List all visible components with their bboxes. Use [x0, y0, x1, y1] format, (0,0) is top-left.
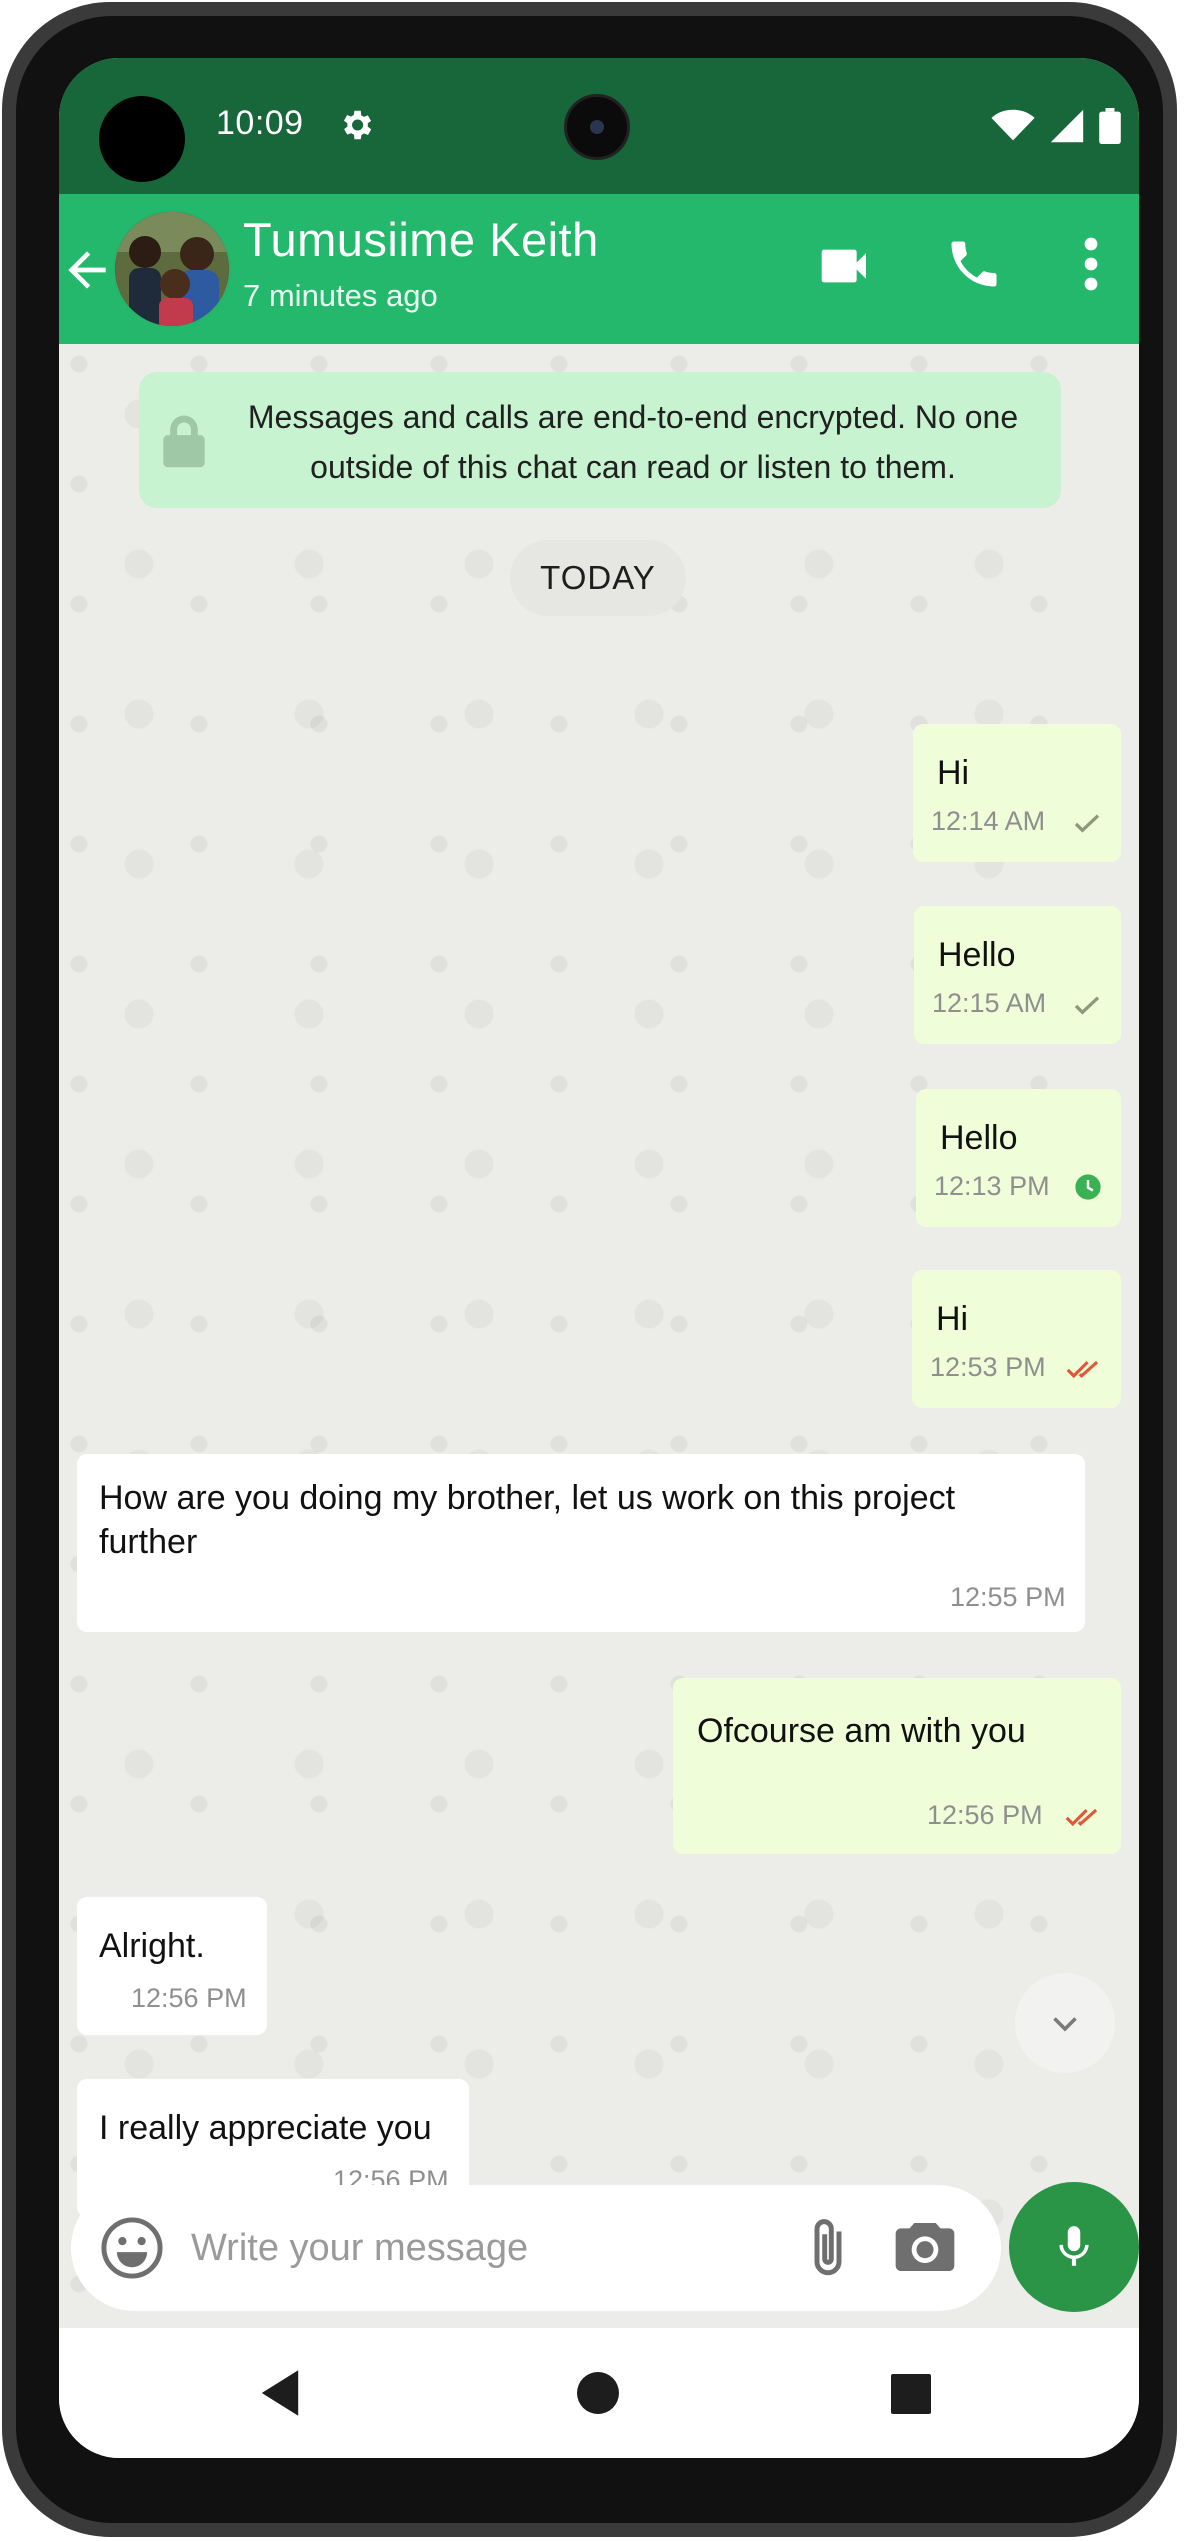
- mic-button[interactable]: [1009, 2182, 1139, 2312]
- front-camera: [564, 94, 630, 160]
- phone-screen: 10:09 Tumusiime Keith 7 minutes ago Mess…: [59, 58, 1139, 2458]
- message-bubble-outgoing[interactable]: Hello 12:15 AM: [914, 906, 1121, 1044]
- encryption-notice-text: Messages and calls are end-to-end encryp…: [247, 399, 1019, 485]
- nav-back-icon[interactable]: [257, 2368, 303, 2418]
- signal-icon: [1050, 109, 1084, 143]
- last-seen-status: 7 minutes ago: [243, 278, 438, 313]
- phone-icon[interactable]: [944, 234, 1004, 294]
- battery-icon: [1099, 108, 1121, 144]
- message-text: Hi: [937, 754, 970, 792]
- message-bubble-outgoing[interactable]: Hi 12:14 AM: [913, 724, 1121, 862]
- camera-icon[interactable]: [893, 2217, 957, 2277]
- nav-home-icon[interactable]: [577, 2372, 619, 2414]
- paperclip-icon[interactable]: [801, 2215, 855, 2281]
- pending-clock-icon: [1075, 1174, 1101, 1200]
- more-vert-icon[interactable]: [1069, 234, 1113, 294]
- system-nav-bar: [59, 2328, 1139, 2458]
- lock-icon: [163, 415, 205, 468]
- message-text: How are you doing my brother, let us wor…: [99, 1479, 956, 1561]
- message-text: Ofcourse am with you: [697, 1712, 1026, 1750]
- avatar[interactable]: [113, 210, 231, 328]
- scroll-to-bottom-button[interactable]: [1015, 1973, 1115, 2073]
- nav-recents-icon[interactable]: [891, 2374, 931, 2414]
- avatar-photo: [115, 212, 229, 326]
- sent-check-icon: [1074, 996, 1100, 1015]
- chat-header: Tumusiime Keith 7 minutes ago: [59, 194, 1139, 344]
- chevron-down-icon: [1053, 2017, 1077, 2032]
- camera-cutout: [99, 96, 185, 182]
- message-composer: [71, 2185, 1001, 2311]
- read-double-check-icon: [1066, 1360, 1099, 1379]
- message-text: Alright.: [99, 1927, 205, 1965]
- message-time: 12:15 AM: [932, 988, 1047, 1018]
- message-text: I really appreciate you: [99, 2109, 432, 2147]
- message-time: 12:56 PM: [927, 1800, 1043, 1830]
- message-time: 12:55 PM: [950, 1582, 1066, 1612]
- date-divider: TODAY: [510, 540, 686, 616]
- message-bubble-outgoing[interactable]: Hello 12:13 PM: [916, 1089, 1121, 1227]
- message-bubble-incoming[interactable]: Alright. 12:56 PM: [77, 1897, 267, 2035]
- message-time: 12:56 PM: [131, 1983, 247, 2013]
- message-time: 12:53 PM: [930, 1352, 1046, 1382]
- message-text: Hi: [936, 1300, 969, 1338]
- gear-icon: [343, 110, 372, 140]
- status-time: 10:09: [216, 104, 304, 142]
- wifi-icon: [991, 109, 1035, 141]
- status-icons: [991, 106, 1121, 146]
- emoji-icon[interactable]: [99, 2215, 165, 2281]
- message-bubble-incoming[interactable]: How are you doing my brother, let us wor…: [77, 1454, 1085, 1632]
- message-text: Hello: [940, 1119, 1018, 1157]
- message-list[interactable]: Messages and calls are end-to-end encryp…: [59, 344, 1139, 2329]
- message-bubble-outgoing[interactable]: Ofcourse am with you 12:56 PM: [673, 1678, 1121, 1854]
- status-bar: 10:09: [59, 58, 1139, 194]
- back-arrow-icon[interactable]: [59, 242, 115, 298]
- message-input[interactable]: [191, 2215, 751, 2281]
- message-time: 12:13 PM: [934, 1171, 1050, 1201]
- read-double-check-icon: [1065, 1808, 1098, 1827]
- video-call-icon[interactable]: [817, 238, 873, 294]
- mic-icon: [1059, 2226, 1089, 2266]
- message-time: 12:14 AM: [931, 806, 1046, 836]
- sent-check-icon: [1074, 814, 1100, 833]
- message-bubble-outgoing[interactable]: Hi 12:53 PM: [912, 1270, 1121, 1408]
- message-text: Hello: [938, 936, 1016, 974]
- contact-name[interactable]: Tumusiime Keith: [243, 212, 599, 267]
- encryption-notice[interactable]: Messages and calls are end-to-end encryp…: [139, 372, 1061, 508]
